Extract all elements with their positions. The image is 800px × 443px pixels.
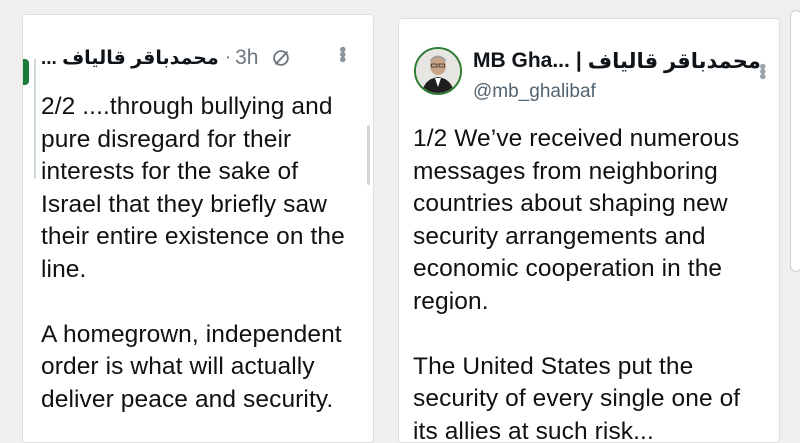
user-handle[interactable]: @mb_ghalibaf [473,81,596,103]
profile-photo-icon [416,49,460,93]
tweet-header: محمدباقر قالیاف ... · 3h ••• [41,42,371,74]
tweet-card-right[interactable]: MB Gha... | محمدباقر قالیاف @mb_ghalibaf… [398,18,780,443]
scrollbar[interactable] [367,125,370,185]
tweet-stats-cutoff: ▁ ▁▁▁▁ ▁▁▁ ▁▁ ▁▁▁ ▁▁▁ [41,435,233,443]
more-vertical-icon[interactable]: ••• [330,46,353,61]
tweet-card-left[interactable]: محمدباقر قالیاف ... · 3h ••• 2/2 ....thr… [22,14,374,443]
thread-line [34,59,36,179]
link-off-icon[interactable] [270,47,292,69]
adjacent-card-edge [790,10,800,272]
tweet-text: 1/2 We’ve received numerous messages fro… [413,125,741,443]
display-name-latin: MB Gha... [473,49,570,72]
avatar-edge [23,59,29,85]
tweet-time[interactable]: 3h [235,46,258,70]
name-separator: | [575,49,582,72]
more-vertical-icon[interactable]: ••• [750,63,773,78]
display-name-arabic: محمدباقر قالیاف [587,50,761,73]
display-name-row[interactable]: MB Gha... | محمدباقر قالیاف [473,49,761,74]
separator-dot: · [224,47,232,68]
display-name[interactable]: محمدباقر قالیاف ... [41,47,219,70]
tweet-text: 2/2 ....through bullying and pure disreg… [41,93,345,413]
avatar[interactable] [414,47,462,95]
